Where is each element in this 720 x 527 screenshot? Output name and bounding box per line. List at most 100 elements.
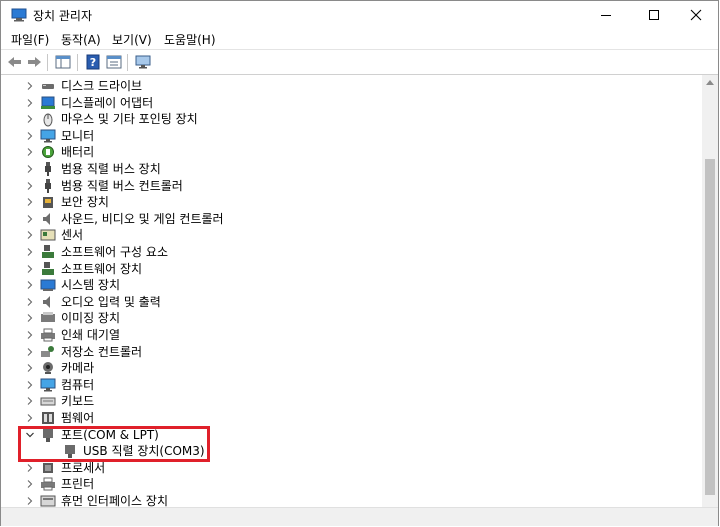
- chevron-right-icon[interactable]: [26, 181, 34, 190]
- security-icon: [43, 197, 53, 209]
- scan-icon[interactable]: [105, 54, 123, 70]
- chevron-right-icon[interactable]: [26, 198, 34, 207]
- chevron-right-icon[interactable]: [26, 98, 34, 107]
- tree-category-item[interactable]: 인쇄 대기열: [2, 327, 692, 343]
- chevron-right-icon[interactable]: [26, 347, 34, 356]
- tree-category-item[interactable]: 디스플레이 어댑터: [2, 95, 692, 111]
- chevron-right-icon[interactable]: [26, 231, 34, 240]
- tree-category-item[interactable]: 모니터: [2, 128, 692, 144]
- chevron-right-icon[interactable]: [26, 497, 34, 505]
- help-icon[interactable]: ?: [84, 54, 102, 70]
- keyboard-icon: [40, 397, 56, 406]
- tree-category-item[interactable]: 컴퓨터: [2, 377, 692, 393]
- device-manager-app-icon: [11, 8, 27, 22]
- speaker-icon: [43, 295, 50, 308]
- properties-icon[interactable]: [54, 54, 72, 70]
- close-icon: [690, 9, 702, 21]
- chevron-right-icon[interactable]: [26, 264, 34, 273]
- forward-icon[interactable]: [25, 54, 43, 70]
- minimize-icon: [601, 15, 611, 16]
- tree-category-item[interactable]: 사운드, 비디오 및 게임 컨트롤러: [2, 211, 692, 227]
- tree-category-item[interactable]: 오디오 입력 및 출력: [2, 294, 692, 310]
- tree-category-item[interactable]: 범용 직렬 버스 컨트롤러: [2, 178, 692, 194]
- tree-item-label: 이미징 장치: [61, 311, 121, 326]
- tree-category-item[interactable]: 프로세서: [2, 460, 692, 476]
- horizontal-scrollbar[interactable]: [1, 507, 718, 526]
- tree-item-label: 보안 장치: [61, 195, 109, 210]
- software-icon: [42, 245, 54, 258]
- tree-category-item[interactable]: 휴먼 인터페이스 장치: [2, 493, 692, 507]
- chevron-right-icon[interactable]: [26, 248, 34, 256]
- chevron-right-icon[interactable]: [26, 148, 34, 157]
- tree-item-label: 휴먼 인터페이스 장치: [61, 494, 168, 507]
- scroll-thumb[interactable]: [705, 159, 715, 495]
- chevron-right-icon[interactable]: [26, 480, 34, 489]
- scroll-up-icon[interactable]: [706, 79, 714, 85]
- tree-category-item[interactable]: 저장소 컨트롤러: [2, 344, 692, 360]
- mouse-icon: [43, 113, 53, 127]
- menu-action[interactable]: 동작(A): [61, 31, 101, 48]
- tree-category-item[interactable]: 소프트웨어 장치: [2, 261, 692, 277]
- menu-help[interactable]: 도움말(H): [164, 31, 216, 48]
- chevron-right-icon[interactable]: [26, 115, 34, 124]
- chevron-right-icon[interactable]: [26, 364, 34, 373]
- back-icon[interactable]: [6, 54, 24, 70]
- printer-icon: [41, 477, 55, 491]
- tree-item-label: 소프트웨어 구성 요소: [61, 245, 168, 259]
- chevron-right-icon[interactable]: [26, 214, 34, 223]
- close-button[interactable]: [673, 1, 719, 29]
- computer-icon: [40, 378, 56, 392]
- toolbar-separator: [77, 54, 78, 71]
- tree-category-item[interactable]: 소프트웨어 구성 요소: [2, 244, 692, 260]
- speaker-icon: [43, 212, 50, 225]
- tree-category-item[interactable]: 시스템 장치: [2, 277, 692, 293]
- tree-category-item[interactable]: 키보드: [2, 393, 692, 409]
- menu-file[interactable]: 파일(F): [11, 31, 49, 48]
- tree-item-label: 저장소 컨트롤러: [61, 344, 143, 359]
- vertical-scrollbar[interactable]: [702, 75, 718, 507]
- tree-item-label: 프린터: [61, 477, 95, 492]
- tree-category-item[interactable]: 이미징 장치: [2, 310, 692, 326]
- chevron-right-icon[interactable]: [26, 331, 34, 339]
- chevron-right-icon[interactable]: [26, 297, 34, 306]
- tree-category-item[interactable]: 카메라: [2, 360, 692, 376]
- battery-icon: [42, 146, 54, 159]
- printer-icon: [41, 328, 55, 342]
- maximize-button[interactable]: [631, 1, 677, 29]
- camera-icon: [43, 362, 53, 375]
- tree-category-item[interactable]: 디스크 드라이브: [2, 78, 692, 94]
- tree-item-label: 범용 직렬 버스 컨트롤러: [61, 178, 183, 193]
- tree-category-item[interactable]: 센서: [2, 227, 692, 243]
- tree-category-item[interactable]: 프린터: [2, 476, 692, 492]
- title-bar: 장치 관리자: [1, 1, 718, 29]
- chevron-right-icon[interactable]: [26, 463, 34, 472]
- chevron-right-icon[interactable]: [26, 82, 34, 90]
- chevron-right-icon[interactable]: [26, 414, 34, 422]
- tree-item-label: 프로세서: [61, 460, 106, 475]
- tree-category-item[interactable]: 펌웨어: [2, 410, 692, 426]
- chevron-right-icon[interactable]: [26, 397, 34, 406]
- tree-item-label: 인쇄 대기열: [61, 328, 121, 342]
- tree-item-label: 사운드, 비디오 및 게임 컨트롤러: [61, 211, 224, 226]
- tree-item-label: 키보드: [61, 394, 95, 409]
- tree-category-item[interactable]: 범용 직렬 버스 장치: [2, 161, 692, 177]
- tree-item-label: 배터리: [61, 145, 95, 160]
- chevron-right-icon[interactable]: [26, 380, 34, 389]
- tree-category-item[interactable]: 마우스 및 기타 포인팅 장치: [2, 111, 692, 127]
- menu-view[interactable]: 보기(V): [112, 31, 152, 48]
- tree-item-label: 시스템 장치: [61, 278, 121, 293]
- tree-category-item[interactable]: 보안 장치: [2, 194, 692, 210]
- chevron-right-icon[interactable]: [26, 314, 34, 323]
- imaging-icon: [41, 312, 55, 323]
- sensor-icon: [40, 229, 56, 241]
- toolbar-separator: [127, 54, 128, 71]
- tree-item-label: 오디오 입력 및 출력: [61, 294, 161, 309]
- usb-icon: [45, 162, 51, 176]
- monitor-icon: [40, 129, 56, 143]
- chevron-right-icon[interactable]: [26, 281, 34, 290]
- chevron-right-icon[interactable]: [26, 165, 34, 173]
- tree-category-item[interactable]: 배터리: [2, 144, 692, 160]
- monitor-icon[interactable]: [134, 54, 152, 70]
- chevron-right-icon[interactable]: [26, 131, 34, 140]
- minimize-button[interactable]: [583, 1, 629, 29]
